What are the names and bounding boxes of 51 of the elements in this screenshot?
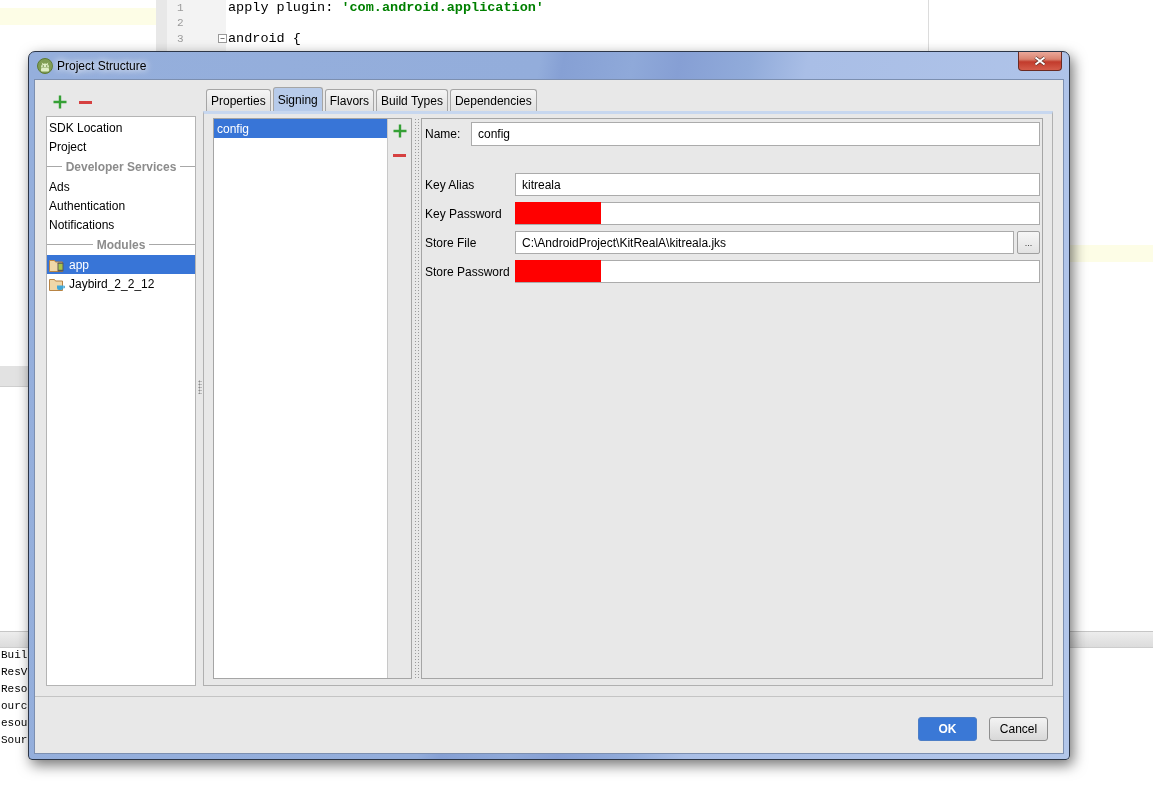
sidebar-item[interactable]: SDK Location <box>47 118 195 137</box>
group-header: Modules <box>96 237 146 252</box>
close-icon <box>1034 56 1046 66</box>
dialog-button[interactable]: OK <box>918 716 977 741</box>
dialog-button[interactable]: Cancel <box>989 716 1048 741</box>
tab[interactable]: Properties <box>206 89 271 111</box>
field-label: Key Password <box>425 206 502 221</box>
text-field[interactable]: kitreala <box>515 173 1040 196</box>
close-button[interactable] <box>1018 52 1062 71</box>
browse-button[interactable]: ... <box>1017 231 1040 254</box>
console-line: ResV <box>1 666 28 678</box>
text-field[interactable] <box>515 260 1040 283</box>
code-line: apply plugin: 'com.android.application' <box>228 0 544 16</box>
remove-icon[interactable] <box>79 100 92 104</box>
config-item[interactable]: config <box>214 119 387 138</box>
line-number: 1 <box>177 1 184 14</box>
tab[interactable]: Flavors <box>324 89 375 111</box>
text-field[interactable]: C:\AndroidProject\KitRealA\kitreala.jks <box>515 231 1014 254</box>
android-icon <box>37 57 53 74</box>
sidebar-item[interactable]: app <box>47 255 195 274</box>
field-label: Store File <box>425 235 477 250</box>
console-line: Buil <box>1 649 28 661</box>
window-title: Project Structure <box>57 58 147 73</box>
sidebar-item[interactable]: Authentication <box>47 196 195 215</box>
field-label: Store Password <box>425 264 510 279</box>
console-line: Reso <box>1 683 28 695</box>
group-header: Developer Services <box>65 159 177 174</box>
console-line: Sour <box>1 734 28 746</box>
sidebar-item[interactable]: Ads <box>47 177 195 196</box>
tab[interactable]: Signing <box>272 87 323 111</box>
tab[interactable]: Dependencies <box>449 89 537 111</box>
add-icon[interactable] <box>53 95 67 109</box>
line-number: 3 <box>177 32 184 45</box>
fold-icon[interactable] <box>218 34 227 44</box>
panel-strip <box>0 366 30 387</box>
tab[interactable]: Build Types <box>376 89 448 111</box>
console-line: esou <box>1 717 28 729</box>
folder-cup-icon <box>49 276 66 291</box>
splitter-handle[interactable] <box>197 380 202 394</box>
text-field[interactable] <box>515 202 1040 225</box>
line-number: 2 <box>177 17 184 30</box>
folder-phone-icon <box>49 257 66 272</box>
add-icon[interactable] <box>392 124 407 138</box>
field-label: Name: <box>425 127 461 141</box>
field-label: Key Alias <box>425 177 475 192</box>
console-line: ourc <box>1 700 28 712</box>
sidebar-item[interactable]: Notifications <box>47 215 195 234</box>
text-field[interactable]: config <box>471 122 1040 146</box>
sidebar-item[interactable]: Project <box>47 137 195 156</box>
sidebar-item[interactable]: Jaybird_2_2_12 <box>47 274 195 293</box>
code-line: android { <box>228 31 302 47</box>
